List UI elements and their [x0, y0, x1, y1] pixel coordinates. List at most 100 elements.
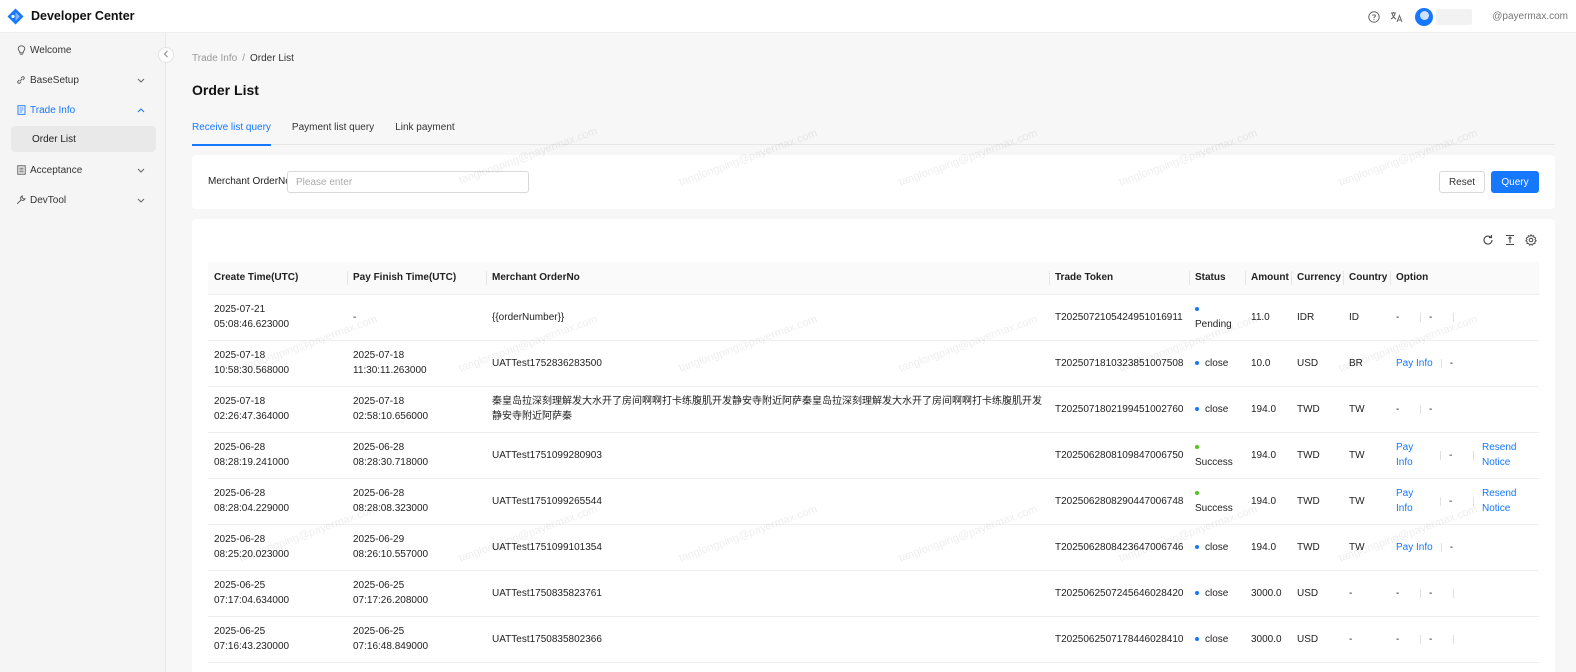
resend-notice-link[interactable]: Resend Notice [1482, 486, 1526, 516]
option-divider [1473, 496, 1474, 506]
option-divider [1453, 312, 1454, 322]
sidebar-item-basesetup[interactable]: BaseSetup [0, 65, 165, 95]
link-icon [16, 75, 26, 85]
column-header: Currency [1291, 262, 1343, 295]
status-cell: Success [1189, 432, 1245, 479]
status-dot [1195, 445, 1199, 450]
option-cell: -- [1390, 294, 1539, 341]
logo[interactable]: Developer Center [7, 8, 135, 25]
amount-cell: 194.0 [1245, 386, 1291, 433]
status-cell: close [1189, 524, 1245, 571]
chevron-down-icon [136, 195, 146, 205]
create-time-cell: 2025-07-18 02:26:47.364000 [208, 386, 347, 433]
option-cell: Pay Info - Resend Notice [1390, 432, 1539, 479]
option-action-2: - [1449, 357, 1454, 369]
merchant-orderno-cell: {{orderNumber}} [486, 294, 1049, 341]
breadcrumb-parent[interactable]: Trade Info [192, 53, 237, 64]
resend-notice-link[interactable]: Resend Notice [1482, 440, 1526, 470]
sidebar-collapse-button[interactable] [158, 47, 174, 63]
trade-token-cell: T2025071810323851007508 [1049, 340, 1189, 387]
amount-cell: 11.0 [1245, 294, 1291, 341]
order-table: Create Time(UTC) Pay Finish Time(UTC) Me… [208, 262, 1539, 663]
reset-button[interactable]: Reset [1439, 171, 1485, 193]
status-dot [1195, 360, 1199, 365]
translate-icon[interactable] [1389, 10, 1403, 24]
pay-finish-time-cell: 2025-06-25 07:17:26.208000 [347, 570, 486, 617]
trade-token-cell: T2025062808290447006748 [1049, 478, 1189, 525]
query-button[interactable]: Query [1491, 171, 1539, 193]
column-height-icon[interactable] [1504, 234, 1516, 246]
sidebar-item-acceptance[interactable]: Acceptance [0, 155, 165, 185]
option-divider [1440, 358, 1442, 368]
status-cell: Success [1189, 478, 1245, 525]
status-text: Pending [1195, 319, 1232, 330]
option-cell: -- [1390, 386, 1539, 433]
option-divider [1473, 450, 1474, 460]
sidebar-subitem-order-list[interactable]: Order List [11, 126, 156, 152]
amount-cell: 194.0 [1245, 478, 1291, 525]
create-time-cell: 2025-06-28 08:28:04.229000 [208, 478, 347, 525]
create-time-cell: 2025-06-25 07:16:43.230000 [208, 616, 347, 663]
column-header: Country [1343, 262, 1390, 295]
table-header-row: Create Time(UTC) Pay Finish Time(UTC) Me… [208, 262, 1539, 295]
settings-icon[interactable] [1525, 234, 1537, 246]
status-dot [1195, 406, 1199, 411]
status-text: close [1205, 633, 1229, 645]
pay-info-link[interactable]: Pay Info [1396, 540, 1433, 555]
sidebar-item-devtool[interactable]: DevTool [0, 185, 165, 215]
amount-cell: 194.0 [1245, 524, 1291, 571]
help-icon[interactable] [1367, 10, 1381, 24]
option-divider [1420, 312, 1421, 322]
trade-token-cell: T2025062507245646028420 [1049, 570, 1189, 617]
table-row: 2025-06-28 08:25:20.023000 2025-06-29 08… [208, 524, 1539, 571]
tab-payment-list-query[interactable]: Payment list query [292, 117, 374, 145]
chevron-down-icon [136, 165, 146, 175]
merchant-orderno-input[interactable] [287, 171, 529, 193]
column-header: Merchant OrderNo [486, 262, 1049, 295]
status-cell: close [1189, 616, 1245, 663]
option-action-2: - [1449, 495, 1453, 507]
currency-cell: IDR [1291, 294, 1343, 341]
pay-finish-time-cell: 2025-07-18 02:58:10.656000 [347, 386, 486, 433]
avatar[interactable] [1415, 7, 1434, 26]
pay-finish-time-cell: 2025-06-25 07:16:48.849000 [347, 616, 486, 663]
pay-info-link[interactable]: Pay Info [1396, 486, 1432, 516]
country-cell: ID [1343, 294, 1390, 341]
status-dot [1195, 590, 1199, 595]
option-action-2: - [1429, 587, 1433, 599]
pay-finish-time-cell: 2025-07-18 11:30:11.263000 [347, 340, 486, 387]
currency-cell: USD [1291, 570, 1343, 617]
pay-info-link[interactable]: Pay Info [1396, 356, 1433, 371]
status-text: Success [1195, 457, 1233, 468]
option-action-1: - [1396, 587, 1400, 599]
user-name-box[interactable] [1436, 8, 1473, 25]
amount-cell: 194.0 [1245, 432, 1291, 479]
table-row: 2025-06-28 08:28:04.229000 2025-06-28 08… [208, 478, 1539, 525]
amount-cell: 3000.0 [1245, 616, 1291, 663]
tab-receive-list-query[interactable]: Receive list query [192, 117, 271, 146]
sidebar-item-trade-info[interactable]: Trade Info [0, 95, 165, 125]
pay-info-link[interactable]: Pay Info [1396, 440, 1432, 470]
option-cell: Pay Info - [1390, 340, 1539, 387]
status-cell: close [1189, 570, 1245, 617]
sidebar-item-welcome[interactable]: Welcome [0, 35, 165, 65]
merchant-orderno-cell: UATTest1751099265544 [486, 478, 1049, 525]
refresh-icon[interactable] [1482, 234, 1494, 246]
status-dot [1195, 544, 1199, 549]
trade-token-cell: T2025062808423647006746 [1049, 524, 1189, 571]
status-text: Success [1195, 503, 1233, 514]
table-row: 2025-06-28 08:28:19.241000 2025-06-28 08… [208, 432, 1539, 479]
wrench-icon [16, 195, 26, 205]
status-text: close [1205, 541, 1229, 553]
main-content: Trade Info / Order List Order List Receive… [166, 33, 1576, 672]
option-action-2: - [1429, 311, 1433, 323]
trade-token-cell: T2025062808109847006750 [1049, 432, 1189, 479]
option-divider [1420, 588, 1421, 598]
create-time-cell: 2025-06-25 07:17:04.634000 [208, 570, 347, 617]
trade-token-cell: T2025072105424951016911 [1049, 294, 1189, 341]
tab-link-payment[interactable]: Link payment [395, 117, 454, 145]
option-cell: Pay Info - Resend Notice [1390, 478, 1539, 525]
document-icon [16, 105, 26, 115]
option-divider [1453, 634, 1454, 644]
currency-cell: TWD [1291, 386, 1343, 433]
